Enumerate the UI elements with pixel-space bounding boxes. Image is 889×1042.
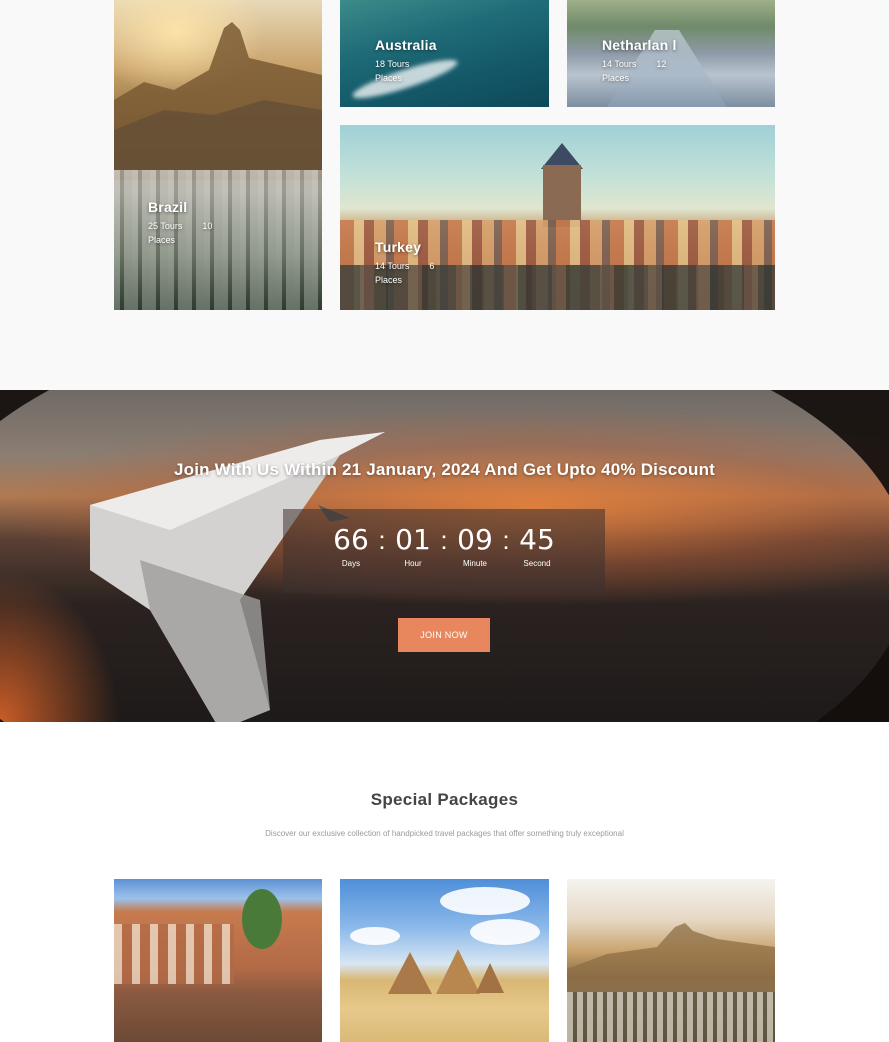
destination-meta: 18 Tours Places (375, 57, 437, 85)
discount-banner: Join With Us Within 21 January, 2024 And… (0, 390, 889, 722)
countdown-hours: 01 Hour (392, 523, 434, 569)
destination-meta: 14 Tours 6 Places (375, 259, 434, 287)
building-arches-illustration (114, 924, 234, 984)
place-count: 12 (656, 59, 667, 69)
places-label: Places (375, 73, 403, 83)
city-illustration (114, 170, 322, 310)
destination-name: Australia (375, 37, 437, 53)
places-label: Places (375, 275, 403, 285)
countdown-separator: : (502, 525, 510, 555)
destination-card-brazil[interactable]: Brazil 25 Tours 10 Places (114, 0, 322, 310)
pyramid-illustration (436, 949, 480, 994)
cloud-illustration (470, 919, 540, 945)
destination-card-netherland[interactable]: Netharlan l 14 Tours 12 Places (567, 0, 775, 107)
package-card-brazil[interactable] (567, 879, 775, 1042)
place-count: 10 (202, 221, 213, 231)
countdown-value: 01 (395, 523, 431, 556)
package-card-arabia[interactable] (114, 879, 322, 1042)
countdown-value: 45 (519, 523, 555, 556)
countdown-label: Second (523, 559, 551, 568)
package-card-egypt[interactable] (340, 879, 549, 1042)
destination-info: Australia 18 Tours Places (375, 37, 437, 85)
countdown-timer: 66 Days : 01 Hour : 09 Minute : 45 Secon… (283, 509, 605, 593)
countdown-seconds: 45 Second (516, 523, 558, 569)
tower-illustration (543, 165, 581, 227)
places-label: Places (148, 235, 176, 245)
join-now-button[interactable]: JOIN NOW (398, 618, 490, 652)
countdown-minutes: 09 Minute (454, 523, 496, 569)
destination-name: Brazil (148, 199, 188, 215)
destination-name: Netharlan l (602, 37, 677, 53)
countdown-value: 09 (457, 523, 493, 556)
destination-info: Brazil 25 Tours 10 Places (148, 199, 212, 247)
place-count: 6 (429, 261, 435, 271)
destination-info: Netharlan l 14 Tours 12 Places (602, 37, 677, 85)
countdown-separator: : (440, 525, 448, 555)
countdown-days: 66 Days (330, 523, 372, 569)
countdown-label: Hour (404, 559, 422, 568)
destination-name: Turkey (375, 239, 422, 255)
tree-illustration (242, 889, 282, 949)
cloud-illustration (440, 887, 530, 915)
countdown-value: 66 (333, 523, 369, 556)
destination-card-turkey[interactable]: Turkey 14 Tours 6 Places (340, 125, 775, 310)
tour-count: 14 Tours (375, 261, 410, 271)
pyramid-illustration (476, 963, 504, 993)
tour-count: 25 Tours (148, 221, 183, 231)
city-illustration (567, 992, 775, 1042)
banner-title: Join With Us Within 21 January, 2024 And… (173, 460, 716, 479)
destinations-section: Brazil 25 Tours 10 Places Australia 18 To… (0, 0, 889, 390)
destination-info: Turkey 14 Tours 6 Places (375, 239, 434, 287)
tour-count: 18 Tours (375, 59, 410, 69)
tour-count: 14 Tours (602, 59, 637, 69)
countdown-label: Minute (462, 559, 487, 568)
mountain-illustration (114, 22, 322, 180)
special-packages-section: Special Packages Discover our exclusive … (0, 722, 889, 1042)
cloud-illustration (350, 927, 400, 945)
destination-card-australia[interactable]: Australia 18 Tours Places (340, 0, 549, 107)
destination-meta: 25 Tours 10 Places (148, 219, 212, 247)
countdown-separator: : (378, 525, 386, 555)
section-subtitle: Discover our exclusive collection of han… (265, 829, 624, 838)
pyramid-illustration (388, 952, 432, 994)
section-title: Special Packages (370, 790, 519, 809)
places-label: Places (602, 73, 630, 83)
countdown-label: Days (341, 559, 361, 568)
destination-meta: 14 Tours 12 Places (602, 57, 677, 85)
